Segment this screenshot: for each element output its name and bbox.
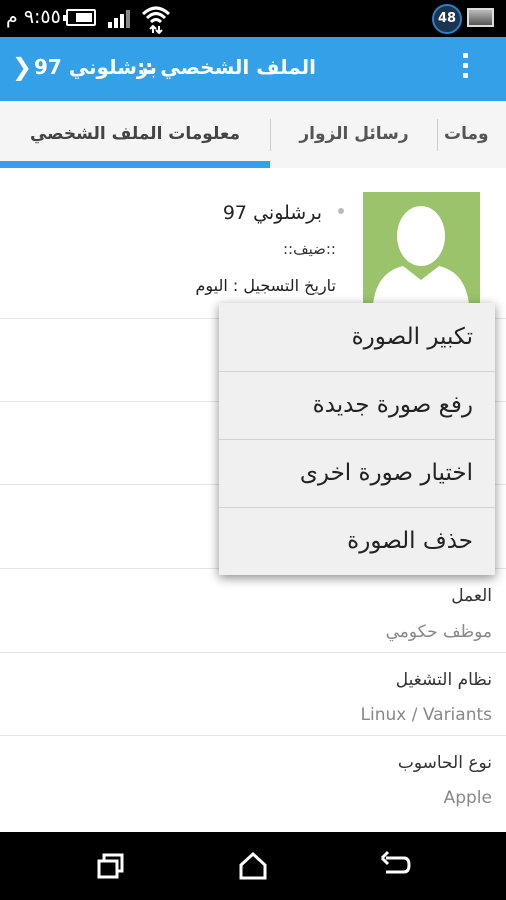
field-label-computer: نوع الحاسوب (397, 753, 492, 773)
field-label-job: العمل (451, 586, 492, 606)
menu-item-delete-photo[interactable]: حذف الصورة (219, 507, 495, 575)
active-tab-indicator (0, 161, 270, 168)
menu-item-upload-photo[interactable]: رفع صورة جديدة (219, 371, 495, 439)
profile-name: برشلوني 97 (222, 202, 322, 224)
user-role: ::ضيف:: (282, 240, 336, 258)
home-icon[interactable] (236, 850, 270, 882)
tab-profile-info[interactable]: معلومات الملف الشخصي (0, 101, 270, 168)
field-value-computer: Apple (443, 788, 492, 808)
notification-badge: 48 (432, 4, 462, 34)
clock: ٩:٥٥ م (6, 6, 61, 28)
back-nav-icon[interactable] (378, 850, 412, 882)
system-nav-bar (0, 832, 506, 900)
field-value-os: Linux / Variants (360, 705, 493, 725)
wifi-icon (141, 6, 171, 34)
row-divider (0, 735, 506, 736)
signal-icon (108, 10, 130, 28)
gallery-notification-icon (467, 8, 494, 27)
back-icon[interactable]: ❯ (12, 53, 32, 81)
recent-apps-icon[interactable] (95, 850, 129, 882)
avatar-silhouette-icon (373, 206, 469, 304)
online-status-icon (338, 208, 344, 214)
profile-avatar[interactable] (363, 192, 480, 304)
avatar-options-menu: تكبير الصورة رفع صورة جديدة اختيار صورة … (219, 303, 495, 575)
overflow-menu-icon[interactable] (460, 53, 470, 83)
status-bar: ٩:٥٥ م 48 (0, 0, 506, 37)
battery-icon (63, 9, 96, 26)
row-divider (0, 652, 506, 653)
tab-info-partial[interactable]: ومات (438, 101, 506, 168)
tab-visitor-messages[interactable]: رسائل الزوار (271, 101, 437, 168)
app-bar: ❯ برشلوني 97 الملف الشخصي :: (0, 37, 506, 101)
tab-bar: معلومات الملف الشخصي رسائل الزوار ومات (0, 101, 506, 169)
field-label-os: نظام التشغيل (395, 670, 492, 690)
page-title: الملف الشخصي :: (137, 55, 316, 79)
registration-date: تاريخ التسجيل : اليوم (195, 276, 337, 295)
menu-item-choose-photo[interactable]: اختيار صورة اخرى (219, 439, 495, 507)
field-value-job: موظف حكومي (385, 622, 492, 642)
menu-item-enlarge-photo[interactable]: تكبير الصورة (219, 303, 495, 371)
